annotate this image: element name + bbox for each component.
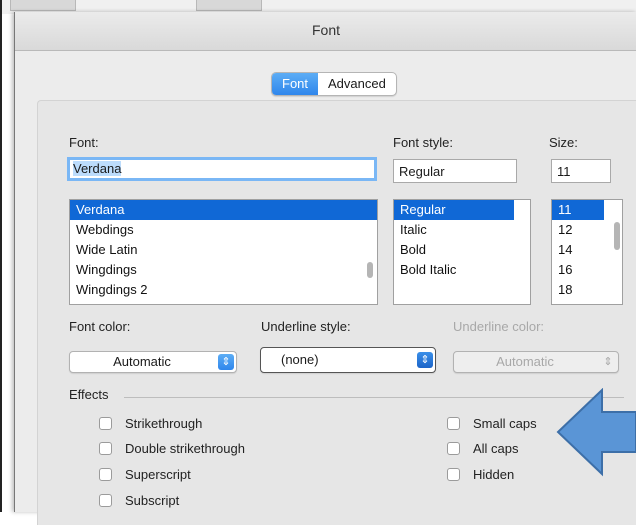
- font-list-scrollbar[interactable]: [367, 262, 373, 278]
- style-list-item[interactable]: Bold: [394, 240, 530, 260]
- font-color-popup[interactable]: Automatic ⇕: [69, 351, 237, 373]
- checkbox-box[interactable]: [447, 442, 460, 455]
- background-tab: [10, 0, 76, 11]
- checkbox-box[interactable]: [447, 468, 460, 481]
- size-label: Size:: [549, 135, 578, 150]
- title-bar[interactable]: Font: [15, 12, 636, 51]
- checkbox-label: Subscript: [125, 493, 180, 508]
- size-list-item[interactable]: 16: [552, 260, 622, 280]
- checkbox-label: Strikethrough: [125, 416, 203, 431]
- font-list-item[interactable]: Wide Latin: [70, 240, 377, 260]
- checkbox-box[interactable]: [99, 442, 112, 455]
- subscript-checkbox[interactable]: Subscript: [99, 493, 179, 508]
- font-color-value: Automatic: [113, 354, 171, 369]
- font-list-item[interactable]: Verdana: [70, 200, 377, 220]
- updown-chevron-icon: ⇕: [417, 352, 433, 368]
- updown-chevron-icon: ⇕: [603, 356, 613, 368]
- hidden-checkbox[interactable]: Hidden: [447, 467, 514, 482]
- size-list-item[interactable]: 11: [552, 200, 604, 220]
- underline-style-popup[interactable]: (none) ⇕: [260, 347, 436, 373]
- font-list-item[interactable]: Wingdings 2: [70, 280, 377, 300]
- superscript-checkbox[interactable]: Superscript: [99, 467, 191, 482]
- font-label: Font:: [69, 135, 99, 150]
- strikethrough-checkbox[interactable]: Strikethrough: [99, 416, 202, 431]
- tab-advanced[interactable]: Advanced: [318, 73, 396, 95]
- underline-color-popup: Automatic ⇕: [453, 351, 619, 373]
- checkbox-label: Double strikethrough: [125, 441, 245, 456]
- style-list-item[interactable]: Italic: [394, 220, 530, 240]
- font-list-item[interactable]: Webdings: [70, 220, 377, 240]
- underline-color-value: Automatic: [496, 354, 554, 369]
- checkbox-box[interactable]: [99, 494, 112, 507]
- underline-style-label: Underline style:: [261, 319, 351, 334]
- font-name-field[interactable]: Verdana: [67, 157, 377, 181]
- effects-label: Effects: [69, 387, 109, 402]
- checkbox-label: Superscript: [125, 467, 191, 482]
- size-list-scrollbar[interactable]: [614, 222, 620, 250]
- font-style-label: Font style:: [393, 135, 453, 150]
- updown-chevron-icon: ⇕: [218, 354, 234, 370]
- dialog-title: Font: [311, 22, 340, 38]
- size-list-item[interactable]: 18: [552, 280, 622, 300]
- font-style-field[interactable]: Regular: [393, 159, 517, 183]
- underline-color-label: Underline color:: [453, 319, 545, 334]
- checkbox-label: Hidden: [473, 467, 515, 482]
- style-list-item[interactable]: Bold Italic: [394, 260, 530, 280]
- size-field[interactable]: 11: [551, 159, 611, 183]
- background-tab: [196, 0, 262, 11]
- size-list-item[interactable]: 14: [552, 240, 622, 260]
- font-list-item[interactable]: Wingdings: [70, 260, 377, 280]
- checkbox-label: Small caps: [473, 416, 537, 431]
- tab-font[interactable]: Font: [272, 73, 319, 95]
- small-caps-checkbox[interactable]: Small caps: [447, 416, 537, 431]
- style-list-item[interactable]: Regular: [394, 200, 514, 220]
- checkbox-box[interactable]: [99, 417, 112, 430]
- checkbox-box[interactable]: [99, 468, 112, 481]
- font-dialog: Font Font Advanced Font: Font style: Siz…: [14, 12, 636, 525]
- size-list-item[interactable]: 12: [552, 220, 622, 240]
- arrow-left-icon: [556, 388, 636, 477]
- effects-divider: [124, 397, 624, 398]
- tab-switcher: Font Advanced: [271, 72, 397, 96]
- underline-style-value: (none): [281, 352, 319, 367]
- font-list[interactable]: Verdana Webdings Wide Latin Wingdings Wi…: [69, 199, 378, 305]
- font-color-label: Font color:: [69, 319, 131, 334]
- font-style-list[interactable]: Regular Italic Bold Bold Italic: [393, 199, 531, 305]
- window-edge: [0, 0, 2, 512]
- double-strikethrough-checkbox[interactable]: Double strikethrough: [99, 441, 245, 456]
- font-panel: Font: Font style: Size: Verdana Regular …: [37, 100, 636, 525]
- all-caps-checkbox[interactable]: All caps: [447, 441, 519, 456]
- checkbox-label: All caps: [473, 441, 519, 456]
- size-list[interactable]: 11 12 14 16 18: [551, 199, 623, 305]
- checkbox-box[interactable]: [447, 417, 460, 430]
- font-name-value: Verdana: [73, 161, 122, 176]
